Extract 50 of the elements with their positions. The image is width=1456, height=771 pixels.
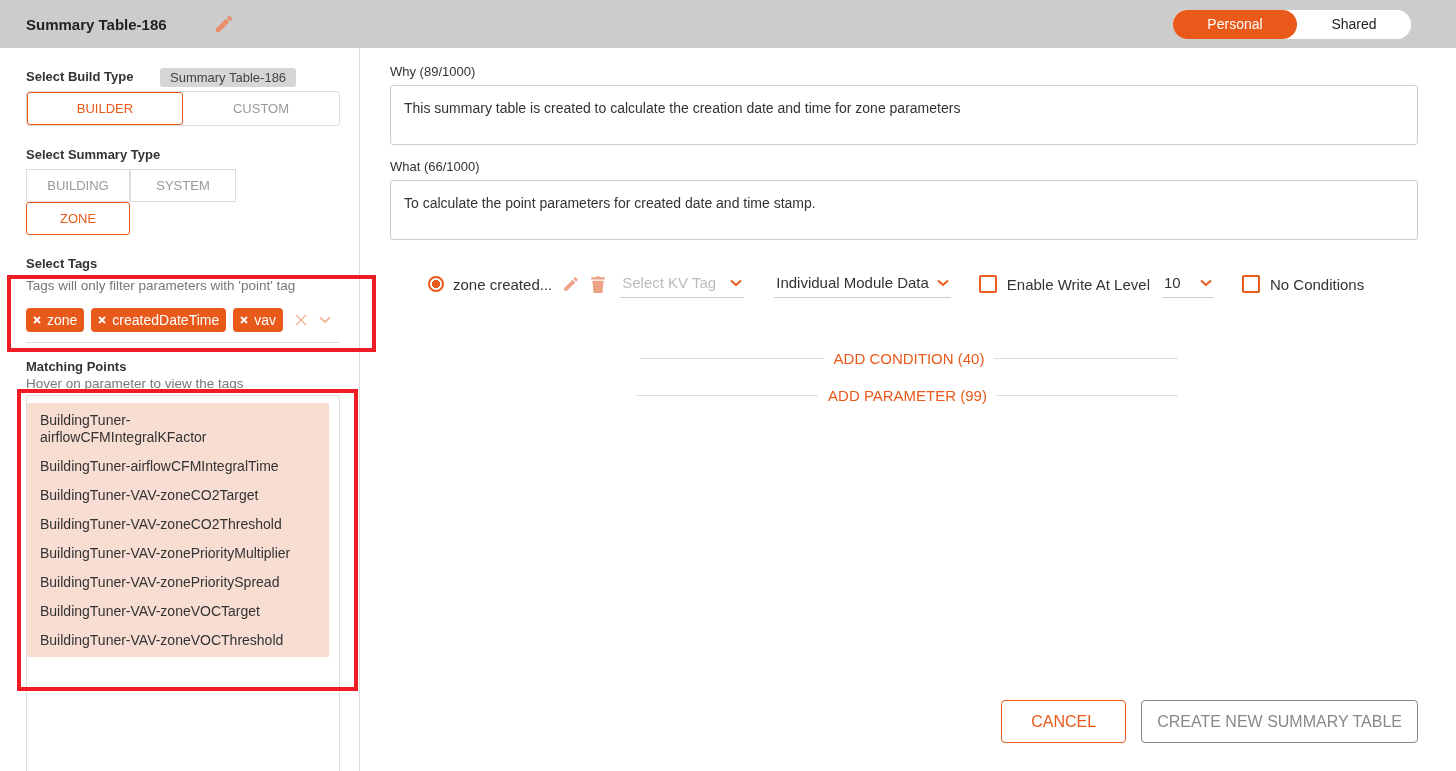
tag-chip[interactable]: zone bbox=[26, 308, 85, 332]
toggle-option[interactable]: Personal bbox=[1173, 9, 1297, 39]
tag-select[interactable]: zone createdDateTime vav bbox=[26, 298, 340, 343]
checkbox[interactable] bbox=[978, 275, 997, 293]
create-button[interactable]: CREATE NEW SUMMARY TABLE bbox=[1141, 700, 1418, 743]
kv-tag-select[interactable]: Select KV Tag bbox=[620, 270, 745, 298]
summary-type-option[interactable]: SYSTEM bbox=[130, 169, 236, 202]
field-label: Why (89/1000) bbox=[390, 64, 477, 79]
chevron-down-icon bbox=[936, 278, 949, 287]
point-item[interactable]: BuildingTuner-VAV-zoneCO2Target bbox=[40, 481, 329, 510]
tooltip: Summary Table-186 bbox=[160, 68, 297, 87]
page-title: Summary Table-186 bbox=[26, 15, 167, 33]
checkbox[interactable] bbox=[1241, 275, 1260, 293]
add-parameter-link[interactable]: ADD PARAMETER (99) bbox=[818, 387, 997, 404]
trash-icon[interactable] bbox=[590, 275, 607, 293]
section-label: Select Build Type bbox=[26, 69, 134, 84]
section-label: Matching Points bbox=[26, 359, 127, 374]
remove-icon[interactable] bbox=[98, 316, 107, 324]
checkbox-label: Enable Write At Level bbox=[1006, 275, 1150, 293]
summary-type-option[interactable]: ZONE bbox=[26, 202, 130, 235]
tag-chip[interactable]: createdDateTime bbox=[91, 308, 227, 332]
cancel-button[interactable]: CANCEL bbox=[1001, 700, 1127, 743]
point-item[interactable]: BuildingTuner-airflowCFMIntegralTime bbox=[40, 452, 329, 481]
hint-text: Tags will only filter parameters with 'point' tag bbox=[26, 278, 296, 293]
point-item[interactable]: BuildingTuner-VAV-zonePrioritySpread bbox=[40, 568, 329, 597]
section-label: Select Summary Type bbox=[26, 147, 161, 162]
add-condition-link[interactable]: ADD CONDITION (40) bbox=[823, 350, 995, 367]
tag-chip[interactable]: vav bbox=[233, 308, 283, 332]
field-label: What (66/1000) bbox=[390, 159, 481, 174]
checkbox-label: No Conditions bbox=[1269, 275, 1365, 293]
radio-button[interactable] bbox=[428, 276, 444, 292]
remove-icon[interactable] bbox=[240, 316, 249, 324]
point-item[interactable]: BuildingTuner-VAV-zoneVOCTarget bbox=[40, 597, 329, 626]
summary-type-option[interactable]: BUILDING bbox=[26, 169, 130, 202]
data-type-select[interactable]: Individual Module Data bbox=[774, 270, 951, 298]
point-item[interactable]: BuildingTuner-VAV-zoneVOCThreshold bbox=[40, 626, 329, 655]
point-item[interactable]: BuildingTuner-VAV-zoneCO2Threshold bbox=[40, 510, 329, 539]
point-item[interactable]: BuildingTuner-airflowCFMIntegralKFactor bbox=[40, 406, 329, 452]
remove-icon[interactable] bbox=[33, 316, 41, 324]
chevron-down-icon bbox=[730, 278, 743, 287]
parameter-name: zone created... bbox=[453, 275, 553, 293]
why-field[interactable]: This summary table is created to calculate the creation date and time for zone parameters bbox=[390, 85, 1418, 145]
chevron-down-icon bbox=[1199, 278, 1212, 287]
section-label: Select Tags bbox=[26, 256, 98, 271]
level-select[interactable]: 10 bbox=[1161, 270, 1214, 298]
toggle-option[interactable]: Shared bbox=[1297, 9, 1411, 39]
pencil-icon[interactable] bbox=[562, 275, 581, 293]
point-item[interactable]: BuildingTuner-VAV-zonePriorityMultiplier bbox=[40, 539, 329, 568]
what-field[interactable]: To calculate the point parameters for created date and time stamp. bbox=[390, 180, 1418, 240]
build-type-option[interactable]: BUILDER bbox=[27, 92, 183, 125]
